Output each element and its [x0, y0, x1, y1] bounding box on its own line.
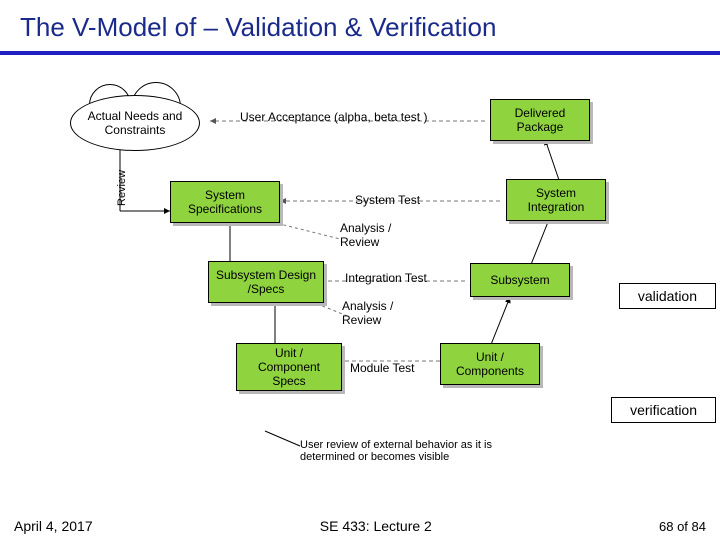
- v-model-diagram: Actual Needs and Constraints Review User…: [0, 61, 720, 491]
- cloud-label: Actual Needs and Constraints: [75, 109, 195, 137]
- analysis-review-label-2: Analysis / Review: [342, 299, 393, 327]
- system-test-label: System Test: [355, 193, 420, 207]
- box-label: Subsystem Design /Specs: [215, 268, 317, 296]
- footer-course: SE 433: Lecture 2: [320, 518, 432, 534]
- footer-page: 68 of 84: [659, 519, 706, 534]
- box-system-integration: System Integration: [506, 179, 606, 221]
- title-rule: [0, 51, 720, 55]
- analysis-review-label-1: Analysis / Review: [340, 221, 391, 249]
- box-label: System Specifications: [177, 188, 273, 216]
- slide-footer: April 4, 2017 SE 433: Lecture 2 68 of 84: [0, 512, 720, 540]
- box-label: System Integration: [513, 186, 599, 214]
- footer-page-total: 84: [692, 519, 706, 534]
- tag-validation: validation: [619, 283, 716, 309]
- box-subsystem: Subsystem: [470, 263, 570, 297]
- tag-verification: verification: [611, 397, 716, 423]
- user-acceptance-label: User Acceptance (alpha, beta test ): [240, 110, 427, 124]
- cloud-actual-needs: Actual Needs and Constraints: [70, 95, 200, 151]
- box-label: Delivered Package: [497, 106, 583, 134]
- integration-test-label: Integration Test: [345, 271, 427, 285]
- box-subsystem-design: Subsystem Design /Specs: [208, 261, 324, 303]
- box-unit-components: Unit / Components: [440, 343, 540, 385]
- review-vertical-label: Review: [116, 170, 128, 206]
- module-test-label: Module Test: [350, 361, 414, 375]
- footer-page-current: 68 of: [659, 519, 692, 534]
- box-delivered-package: Delivered Package: [490, 99, 590, 141]
- footnote-label: User review of external behavior as it i…: [300, 439, 492, 463]
- footer-date: April 4, 2017: [14, 518, 93, 534]
- box-system-specifications: System Specifications: [170, 181, 280, 223]
- box-label: Unit / Components: [447, 350, 533, 378]
- box-label: Unit / Component Specs: [243, 346, 335, 388]
- box-unit-component-specs: Unit / Component Specs: [236, 343, 342, 391]
- box-label: Subsystem: [490, 273, 549, 287]
- slide-title: The V-Model of – Validation & Verificati…: [0, 0, 720, 51]
